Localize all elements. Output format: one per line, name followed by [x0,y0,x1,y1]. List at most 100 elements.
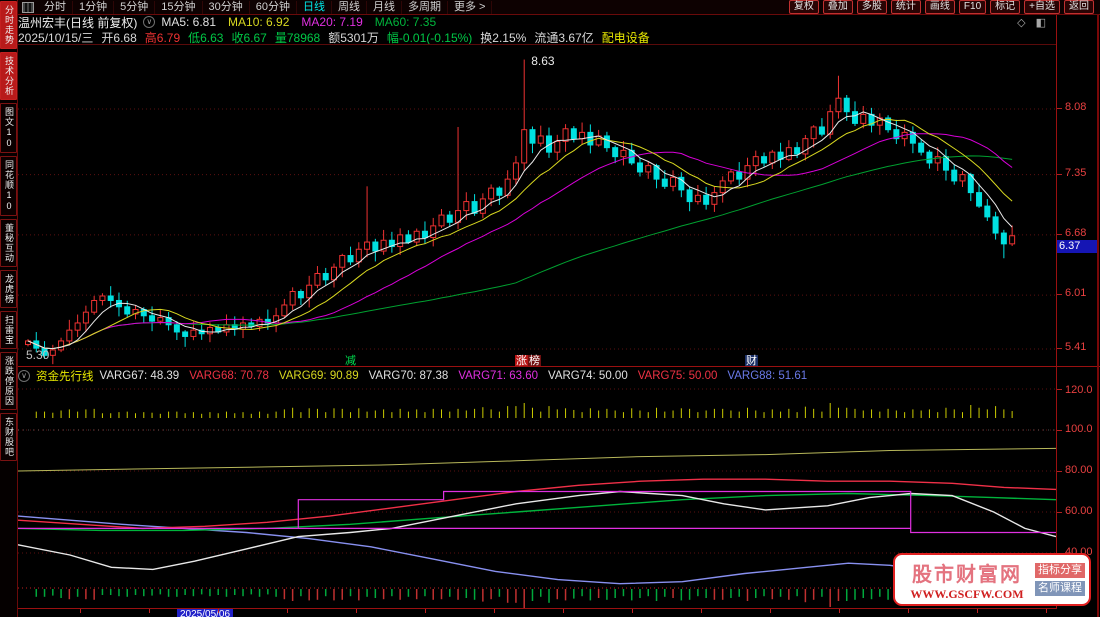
menu-item-月线[interactable]: 月线 [367,1,402,14]
sidebar-item-分时走势[interactable]: 分时走势 [0,1,17,49]
right-border-line [1097,0,1099,617]
menu-item-15分钟[interactable]: 15分钟 [155,1,202,14]
date-axis-tick [701,609,702,613]
date-axis-tick [632,609,633,613]
tdx-app: 分时走势技术分析图文10同花顺10董秘互动龙虎榜扫雷宝涨跌停原因东财股吧 分时1… [0,0,1100,617]
toolbar-button-F10[interactable]: F10 [959,0,986,14]
ma-value-0: MA5: 6.81 [161,15,216,29]
indicator-value-5: VARG74: 50.00 [548,370,628,382]
sidebar-item-扫雷宝[interactable]: 扫雷宝 [0,311,17,349]
sidebar-item-技术分析[interactable]: 技术分析 [0,52,17,100]
watermark-badge-0[interactable]: 指标分享 [1035,563,1085,578]
menu-item-1分钟[interactable]: 1分钟 [73,1,114,14]
chevron-down-icon[interactable]: ∨ [143,16,155,28]
quote-row: 2025/10/15/三 开6.68高6.79低6.63收6.67量78968额… [18,30,1056,44]
toolbar-button-叠加[interactable]: 叠加 [823,0,853,14]
toolbar-button-统计[interactable]: 统计 [891,0,921,14]
quote-field-2: 低6.63 [188,29,223,46]
price-axis-tick [1057,234,1062,235]
menu-item-分时[interactable]: 分时 [38,1,73,14]
watermark-url: WWW.GSCFW.COM [903,587,1031,602]
indicator-axis-tick [1057,512,1062,513]
indicator-value-3: VARG70: 87.38 [369,370,449,382]
toolbar-button-返回[interactable]: 返回 [1064,0,1094,14]
menu-item-5分钟[interactable]: 5分钟 [114,1,155,14]
candlestick-chart[interactable]: 8.635.30 [18,45,1056,368]
indicator-axis-tick [1057,471,1062,472]
menu-item-30分钟[interactable]: 30分钟 [203,1,250,14]
date-axis-tick [977,609,978,613]
price-axis-label-6.01: 6.01 [1065,287,1086,299]
toolbar-button-多股[interactable]: 多股 [857,0,887,14]
toolbar-button-+自选[interactable]: +自选 [1024,0,1060,14]
menu-item-多周期[interactable]: 多周期 [402,1,448,14]
indicator-name[interactable]: 资金先行线 [36,368,94,384]
indicator-axis-label-120.0: 120.0 [1065,384,1093,396]
top-toolbar: 分时1分钟5分钟15分钟30分钟60分钟日线周线月线多周期更多 > 复权叠加多股… [18,0,1100,15]
price-axis-label-7.35: 7.35 [1065,167,1086,179]
menu-item-更多 >[interactable]: 更多 > [448,1,492,14]
ma-values: MA5: 6.81 MA10: 6.92 MA20: 7.19 MA60: 7.35 [161,15,436,29]
indicator-axis-label-80.00: 80.00 [1065,464,1093,476]
chevron-circle-icon[interactable]: ∨ [18,370,30,382]
date-axis: 2025/05/06 [18,609,1100,617]
date-axis-tick [425,609,426,613]
watermark: 股市财富网 WWW.GSCFW.COM 指标分享名师课程 [893,553,1091,606]
quote-field-3: 收6.67 [231,29,266,46]
price-axis-tick [1057,294,1062,295]
date-label: 2025/05/06 [177,609,233,617]
menu-item-60分钟[interactable]: 60分钟 [250,1,297,14]
date-axis-tick [218,609,219,613]
panel-icon[interactable]: ◧ [1036,16,1046,29]
sidebar-item-龙虎榜[interactable]: 龙虎榜 [0,270,17,308]
ma-value-2: MA20: 7.19 [301,15,362,29]
panel-separator [0,366,1100,367]
toolbar-button-复权[interactable]: 复权 [789,0,819,14]
toolbar-button-标记[interactable]: 标记 [990,0,1020,14]
quote-field-1: 高6.79 [145,29,180,46]
main-chart-canvas[interactable]: 8.635.30 减涨榜财 [18,44,1056,368]
price-axis-tick [1057,108,1062,109]
varg69-line [18,448,1056,471]
price-axis-label-6.68: 6.68 [1065,227,1086,239]
price-axis-label-8.08: 8.08 [1065,101,1086,113]
quote-fields: 开6.68高6.79低6.63收6.67量78968额5301万幅-0.01(-… [101,29,649,46]
watermark-badges: 指标分享名师课程 [1035,563,1085,596]
varg70-line [18,494,1056,531]
ma-value-3: MA60: 7.35 [375,15,436,29]
ma-value-1: MA10: 6.92 [228,15,289,29]
kline-logo-icon[interactable] [22,2,34,13]
quote-field-9: 配电设备 [602,29,650,46]
quote-field-6: 幅-0.01(-0.15%) [387,29,472,46]
quote-date: 2025/10/15/三 [18,29,93,46]
date-axis-tick [563,609,564,613]
sidebar-item-涨跌停原因[interactable]: 涨跌停原因 [0,352,17,410]
sidebar-item-图文10[interactable]: 图文10 [0,103,17,153]
indicator-value-4: VARG71: 63.60 [458,370,538,382]
quote-field-8: 流通3.67亿 [534,29,593,46]
indicator-axis-label-100.0: 100.0 [1065,423,1093,435]
indicator-value-2: VARG69: 90.89 [279,370,359,382]
topbar-buttons: 复权叠加多股统计画线 F10 标记 +自选返回 [789,0,1100,14]
indicator-value-6: VARG75: 50.00 [638,370,718,382]
sidebar-item-董秘互动[interactable]: 董秘互动 [0,219,17,267]
toolbar-button-画线[interactable]: 画线 [925,0,955,14]
sidebar-item-同花顺10[interactable]: 同花顺10 [0,156,17,216]
date-axis-tick [149,609,150,613]
indicator-value-1: VARG68: 70.78 [189,370,269,382]
svg-text:5.30: 5.30 [26,348,50,362]
last-price-marker: 6.37 [1057,240,1099,253]
date-axis-tick [908,609,909,613]
menu-item-周线[interactable]: 周线 [332,1,367,14]
diamond-icon[interactable]: ◇ [1017,16,1025,29]
left-sidebar: 分时走势技术分析图文10 同花顺10 董秘互动龙虎榜扫雷宝涨跌停原因东财股吧 [0,0,18,617]
indicator-value-7: VARG88: 51.61 [727,370,807,382]
sidebar-item-东财股吧[interactable]: 东财股吧 [0,413,17,461]
watermark-badge-1[interactable]: 名师课程 [1035,581,1085,596]
varg68-line [18,479,1056,528]
date-axis-tick [770,609,771,613]
axis-divider-line [1056,14,1057,609]
menu-item-日线[interactable]: 日线 [297,1,332,14]
topbar-menu: 分时1分钟5分钟15分钟30分钟60分钟日线周线月线多周期更多 > [38,0,492,14]
quote-field-4: 量78968 [275,29,320,46]
